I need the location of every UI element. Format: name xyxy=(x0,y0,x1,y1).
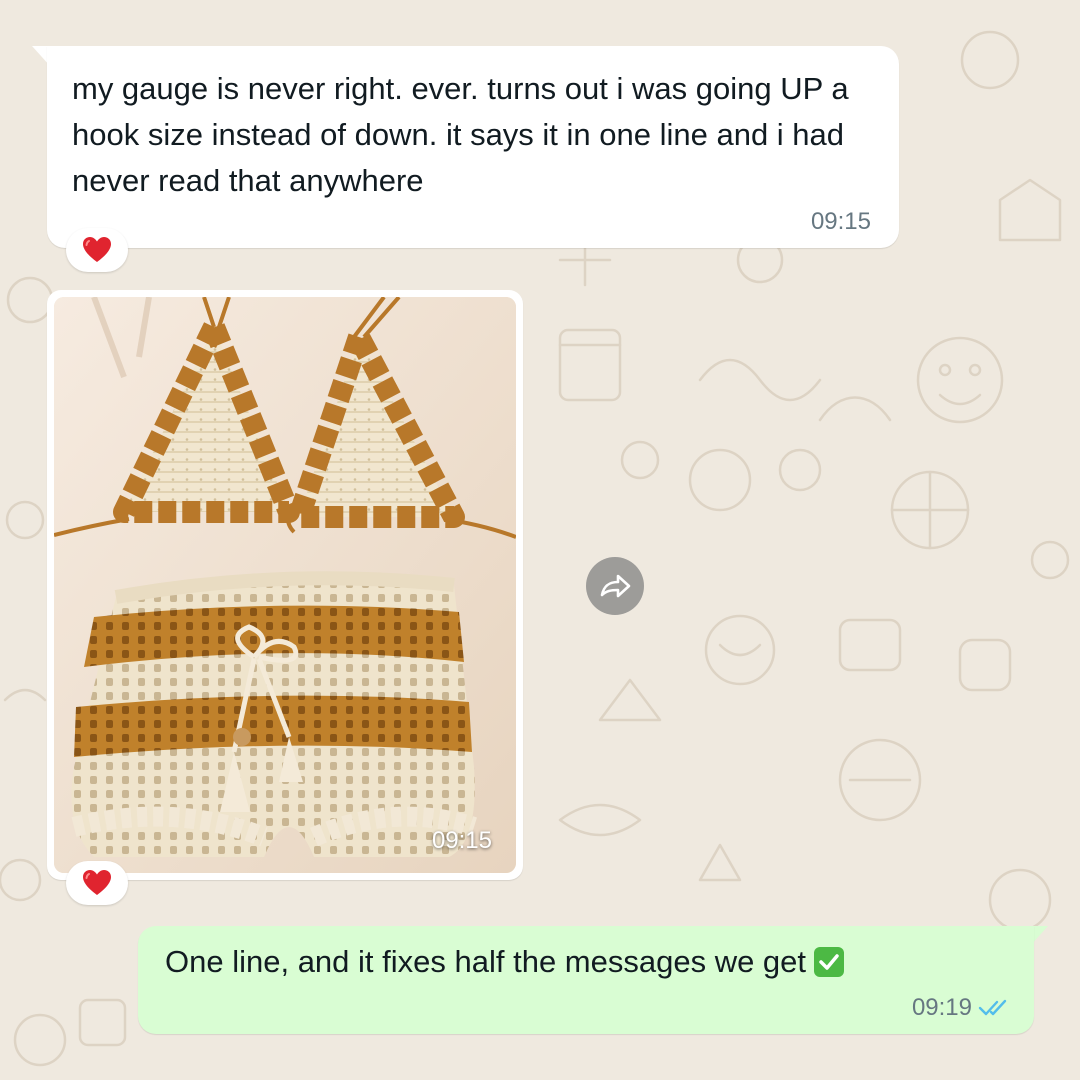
outgoing-message-bubble[interactable]: One line, and it fixes half the messages… xyxy=(138,926,1034,1034)
heart-emoji-icon xyxy=(83,870,111,895)
image-timestamp: 09:15 xyxy=(431,827,492,854)
heart-emoji-icon xyxy=(83,237,111,262)
forward-icon xyxy=(600,574,631,598)
image-reaction[interactable] xyxy=(66,861,128,905)
crochet-bikini-photo[interactable]: 09:15 xyxy=(54,297,516,873)
message-timestamp: 09:15 xyxy=(810,208,871,235)
forward-button[interactable] xyxy=(586,557,644,615)
incoming-image-bubble[interactable]: 09:15 xyxy=(47,290,523,880)
message-text: my gauge is never right. ever. turns out… xyxy=(72,71,849,198)
photo-illustration xyxy=(54,297,516,873)
read-double-check-icon xyxy=(978,999,1007,1016)
incoming-message-bubble[interactable]: my gauge is never right. ever. turns out… xyxy=(47,46,899,248)
message-text: One line, and it fixes half the messages… xyxy=(165,944,807,979)
message-reaction[interactable] xyxy=(66,228,128,272)
check-mark-button-emoji-icon xyxy=(814,947,845,977)
message-timestamp: 09:19 xyxy=(911,994,972,1021)
